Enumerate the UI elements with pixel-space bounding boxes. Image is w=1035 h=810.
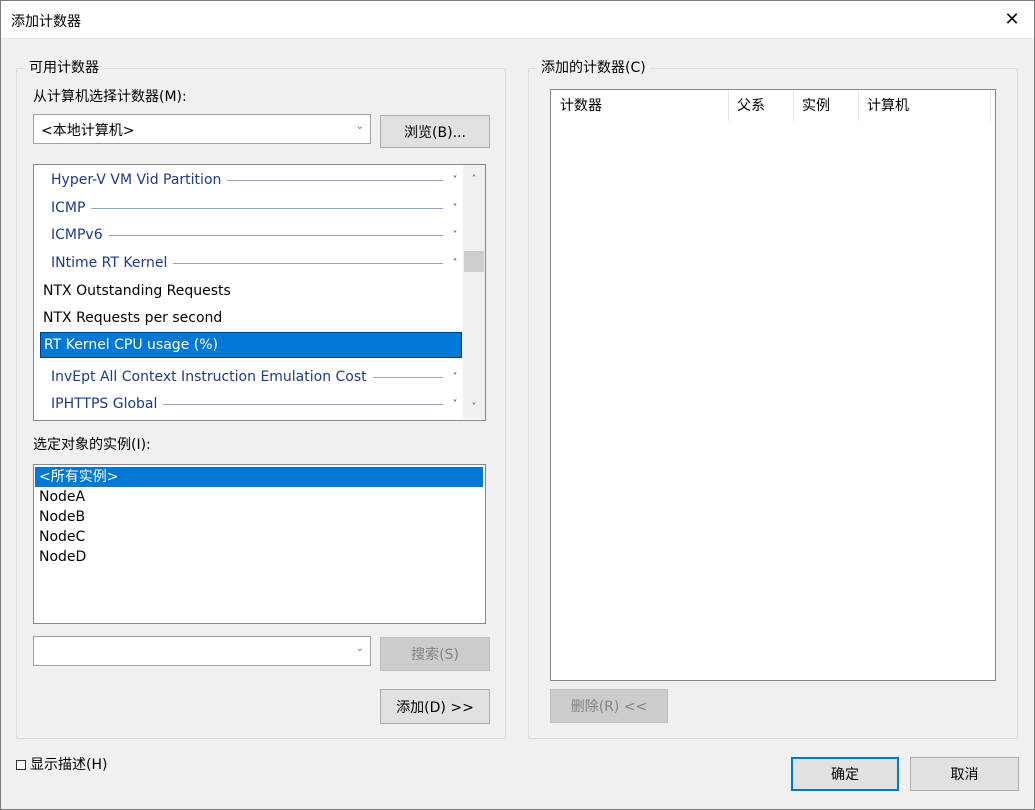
chevron-down-icon[interactable]: ˅ — [449, 175, 461, 186]
category-divider — [163, 403, 443, 405]
counter-category-label: InvEpt All Context Instruction Emulation… — [51, 369, 367, 385]
instance-item[interactable]: NodeD — [35, 547, 483, 567]
computer-combo[interactable]: <本地计算机> ⌄ — [33, 114, 371, 144]
added-counters-list[interactable]: 计数器 父系 实例 计算机 — [550, 89, 996, 681]
scrollbar-thumb[interactable] — [464, 251, 484, 272]
window-title: 添加计数器 — [11, 14, 81, 30]
counter-item[interactable]: NTX Outstanding Requests — [43, 278, 461, 304]
remove-button[interactable]: 删除(R) << — [550, 689, 668, 723]
show-description-label[interactable]: 显示描述(H) — [30, 756, 107, 774]
counter-category-label: ICMP — [51, 200, 86, 216]
instance-item[interactable]: NodeA — [35, 487, 483, 507]
column-header-computer[interactable]: 计算机 — [859, 91, 991, 121]
scroll-down-icon[interactable]: ˅ — [463, 399, 485, 416]
counter-category[interactable]: ICMP ˅ — [51, 195, 461, 221]
added-counters-title: 添加的计数器(C) — [537, 59, 650, 77]
chevron-down-icon: ⌄ — [355, 121, 364, 132]
category-divider — [91, 207, 443, 209]
counter-list[interactable]: Hyper-V VM Vid Partition ˅ ICMP ˅ ICMPv6 ˅ INt… — [33, 164, 486, 421]
chevron-down-icon[interactable]: ˅ — [449, 203, 461, 214]
ok-button[interactable]: 确定 — [791, 757, 899, 791]
counter-category[interactable]: InvEpt All Context Instruction Emulation… — [51, 364, 461, 390]
counter-category-label: Hyper-V VM Vid Partition — [51, 172, 222, 188]
close-button[interactable]: ✕ — [989, 0, 1035, 39]
cancel-button[interactable]: 取消 — [910, 757, 1019, 791]
instance-item[interactable]: <所有实例> — [35, 467, 483, 487]
search-input[interactable]: ⌄ — [33, 636, 371, 666]
counter-category[interactable]: Hyper-V VM Vid Partition ˅ — [51, 167, 461, 193]
chevron-down-icon[interactable]: ˅ — [449, 399, 461, 410]
chevron-down-icon[interactable]: ˅ — [449, 230, 461, 241]
instances-list[interactable]: <所有实例> NodeA NodeB NodeC NodeD — [33, 464, 486, 624]
counter-category-label: IPHTTPS Global — [51, 396, 158, 412]
category-divider — [108, 234, 443, 236]
chevron-down-icon: ⌄ — [355, 643, 364, 654]
category-divider — [372, 376, 443, 378]
column-header-parent[interactable]: 父系 — [729, 91, 794, 121]
search-button[interactable]: 搜索(S) — [380, 637, 490, 671]
chevron-down-icon[interactable]: ˅ — [449, 372, 461, 383]
counter-category[interactable]: IPHTTPS Global ˅ — [51, 391, 461, 417]
instance-item[interactable]: NodeB — [35, 507, 483, 527]
category-divider — [227, 179, 443, 181]
counter-category-label: ICMPv6 — [51, 227, 103, 243]
counter-category[interactable]: INtime RT Kernel ˄ — [51, 250, 461, 276]
computer-label: 从计算机选择计数器(M): — [33, 89, 187, 105]
close-icon: ✕ — [1004, 9, 1020, 30]
instance-item[interactable]: NodeC — [35, 527, 483, 547]
instances-label: 选定对象的实例(I): — [33, 437, 151, 453]
computer-combo-value: <本地计算机> — [41, 123, 135, 139]
available-counters-title: 可用计数器 — [25, 59, 103, 77]
column-header-counter[interactable]: 计数器 — [552, 91, 729, 121]
counter-item[interactable]: NTX Requests per second — [43, 305, 461, 331]
show-description-checkbox[interactable] — [16, 760, 26, 770]
counter-item[interactable]: RT Kernel CPU usage (%) — [40, 332, 462, 358]
browse-button[interactable]: 浏览(B)... — [380, 115, 490, 148]
counter-category-label: INtime RT Kernel — [51, 255, 168, 271]
chevron-up-icon[interactable]: ˄ — [449, 258, 461, 269]
add-button[interactable]: 添加(D) >> — [380, 689, 490, 724]
counter-category[interactable]: ICMPv6 ˅ — [51, 222, 461, 248]
column-header-instance[interactable]: 实例 — [794, 91, 859, 121]
counter-list-scrollbar[interactable]: ˄ ˅ — [463, 165, 485, 419]
title-bar: 添加计数器 ✕ — [0, 0, 1035, 39]
scroll-up-icon[interactable]: ˄ — [463, 171, 485, 188]
category-divider — [173, 262, 443, 264]
